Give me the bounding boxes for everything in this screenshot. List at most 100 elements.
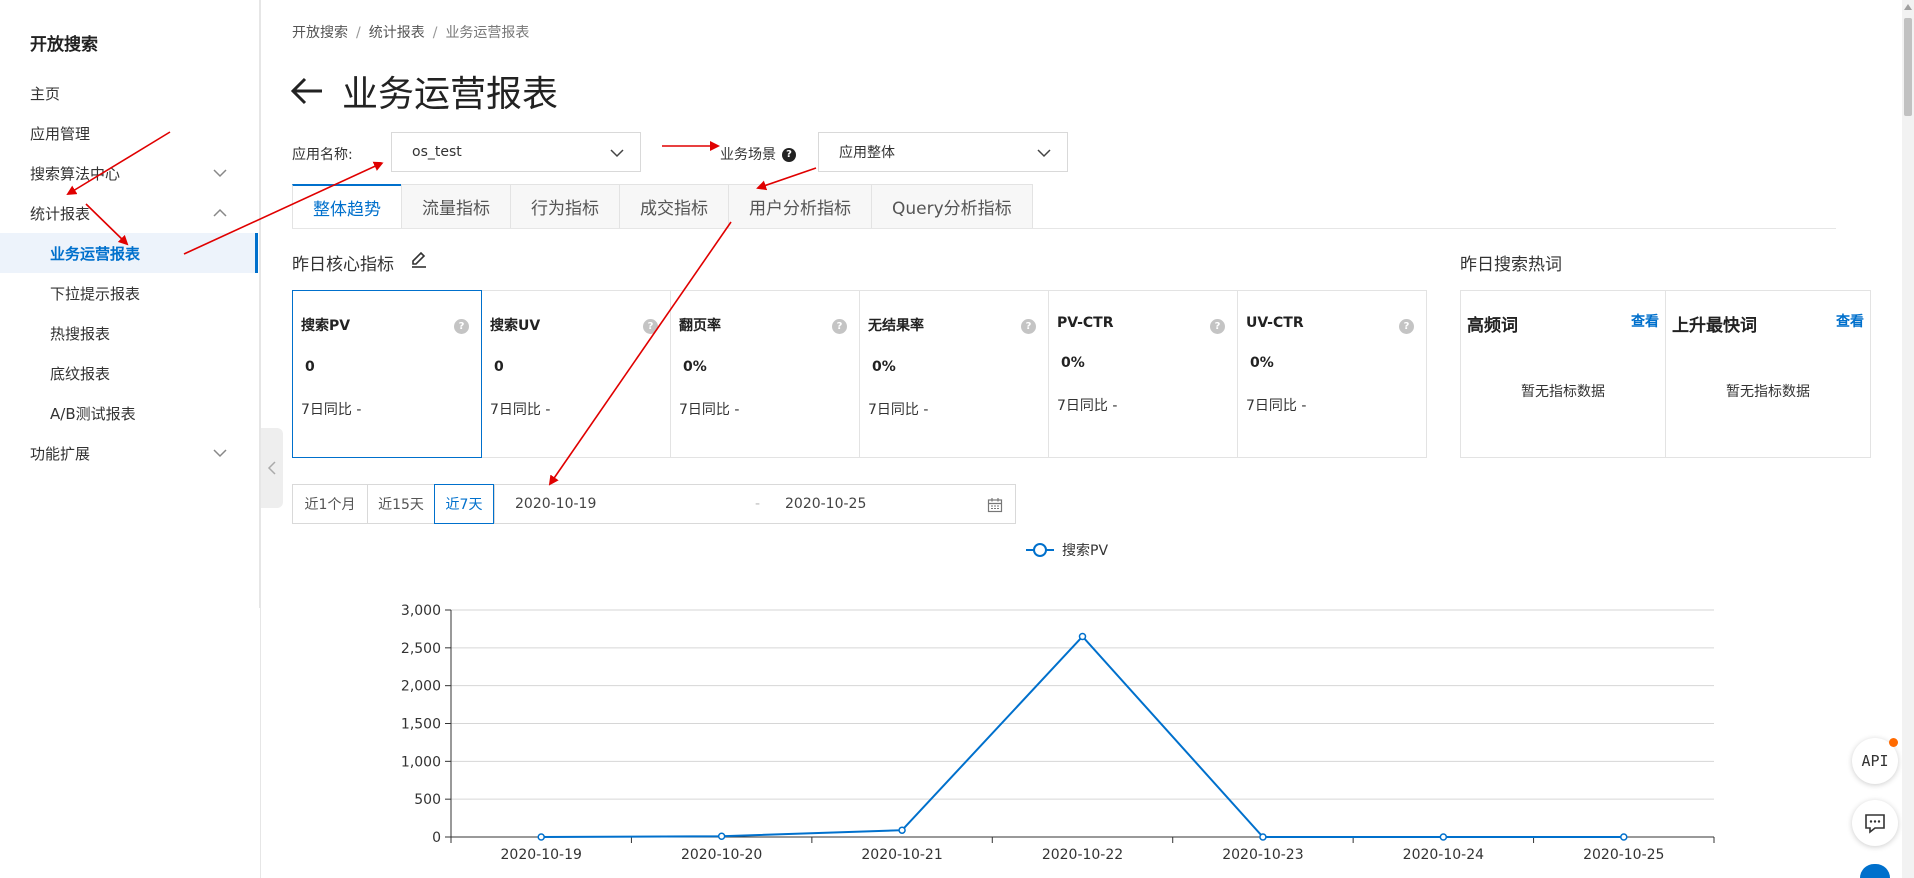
hot-words-name: 高频词 <box>1467 316 1518 336</box>
start-date[interactable]: 2020-10-19 <box>515 496 596 512</box>
app-select-value: os_test <box>412 144 462 160</box>
legend-marker <box>1033 543 1047 557</box>
sidebar: 开放搜索 主页 应用管理 搜索算法中心 统计报表 业务运营报表 下拉提示报表 热… <box>0 0 260 608</box>
hot-words-name: 上升最快词 <box>1672 316 1757 336</box>
sidebar-item-label: 统计报表 <box>30 204 91 223</box>
sidebar-item-extensions[interactable]: 功能扩展 <box>0 433 258 473</box>
metric-card[interactable]: 翻页率 ? 0% 7日同比 - <box>670 290 860 458</box>
x-tick-label: 2020-10-20 <box>681 847 762 863</box>
feedback-button[interactable] <box>1852 800 1898 846</box>
x-tick-label: 2020-10-22 <box>1042 847 1123 863</box>
y-tick-label: 3,000 <box>401 603 441 619</box>
x-tick-label: 2020-10-23 <box>1222 847 1303 863</box>
sidebar-item-label: A/B测试报表 <box>50 404 136 423</box>
sidebar-item-ab-report[interactable]: A/B测试报表 <box>0 393 258 433</box>
metric-value: 0% <box>683 359 707 375</box>
tab-bar: 整体趋势 流量指标 行为指标 成交指标 用户分析指标 Query分析指标 <box>292 184 1033 228</box>
help-icon[interactable]: ? <box>1210 319 1225 334</box>
y-tick-label: 2,000 <box>401 679 441 695</box>
sidebar-item-statistics[interactable]: 统计报表 <box>0 193 258 233</box>
help-icon[interactable]: ? <box>643 319 658 334</box>
scene-select[interactable]: 应用整体 <box>818 132 1068 172</box>
metric-name: 搜索UV <box>490 318 541 334</box>
metric-card[interactable]: 无结果率 ? 0% 7日同比 - <box>859 290 1049 458</box>
help-icon[interactable]: ? <box>832 319 847 334</box>
metric-name: PV-CTR <box>1057 315 1114 331</box>
y-tick-label: 500 <box>414 792 441 808</box>
date-range-picker[interactable]: 2020-10-19 - 2020-10-25 <box>494 484 1016 524</box>
range-7-days-button[interactable]: 近7天 <box>434 484 494 524</box>
tab-behavior[interactable]: 行为指标 <box>510 184 620 228</box>
metric-compare: 7日同比 - <box>868 402 929 418</box>
sidebar-item-hot-report[interactable]: 热搜报表 <box>0 313 258 353</box>
metric-name: 搜索PV <box>301 318 351 334</box>
sidebar-title: 开放搜索 <box>30 35 98 55</box>
scene-label-text: 业务场景 <box>720 147 776 163</box>
data-point <box>898 826 906 834</box>
sidebar-item-label: 下拉提示报表 <box>50 284 141 303</box>
metric-compare: 7日同比 - <box>301 402 362 418</box>
chevron-down-icon <box>213 169 227 178</box>
breadcrumb-item[interactable]: 统计报表 <box>369 25 425 41</box>
metric-value: 0 <box>494 359 504 375</box>
calendar-icon[interactable] <box>987 497 1003 513</box>
sidebar-item-algorithm-center[interactable]: 搜索算法中心 <box>0 153 258 193</box>
sidebar-item-app-management[interactable]: 应用管理 <box>0 113 258 153</box>
range-15-days-button[interactable]: 近15天 <box>367 484 435 524</box>
sidebar-item-home[interactable]: 主页 <box>0 73 258 113</box>
scroll-up-arrow-icon[interactable] <box>1904 2 1912 12</box>
metric-card[interactable]: 搜索PV ? 0 7日同比 - <box>292 290 482 458</box>
sidebar-item-label: 主页 <box>30 84 61 103</box>
view-link[interactable]: 查看 <box>1836 311 1864 331</box>
breadcrumb-item[interactable]: 开放搜索 <box>292 25 348 41</box>
tabs-divider <box>292 228 1836 229</box>
page-header: 业务运营报表 <box>290 65 558 117</box>
view-link[interactable]: 查看 <box>1631 311 1659 331</box>
x-tick-label: 2020-10-19 <box>501 847 582 863</box>
y-tick-label: 1,000 <box>401 754 441 770</box>
hot-words-card: 高频词 查看 暂无指标数据 <box>1460 290 1666 458</box>
tab-traffic[interactable]: 流量指标 <box>401 184 511 228</box>
edit-icon[interactable] <box>410 250 428 268</box>
app-select[interactable]: os_test <box>391 132 641 172</box>
sidebar-item-suggest-report[interactable]: 下拉提示报表 <box>0 273 258 313</box>
chevron-down-icon <box>610 149 624 158</box>
back-arrow-icon[interactable] <box>290 76 324 106</box>
metric-card[interactable]: 搜索UV ? 0 7日同比 - <box>481 290 671 458</box>
tab-user-analysis[interactable]: 用户分析指标 <box>728 184 872 228</box>
tab-overall-trend[interactable]: 整体趋势 <box>292 184 402 228</box>
sidebar-item-label: 搜索算法中心 <box>30 164 121 183</box>
breadcrumb-current: 业务运营报表 <box>445 25 530 41</box>
metric-value: 0% <box>872 359 896 375</box>
end-date[interactable]: 2020-10-25 <box>785 496 866 512</box>
help-icon[interactable]: ? <box>1021 319 1036 334</box>
metric-card[interactable]: PV-CTR ? 0% 7日同比 - <box>1048 290 1238 458</box>
scrollbar[interactable] <box>1902 0 1914 878</box>
sidebar-item-label: 热搜报表 <box>50 324 111 343</box>
metric-name: 翻页率 <box>679 318 721 334</box>
metric-compare: 7日同比 - <box>1246 398 1307 414</box>
api-label: API <box>1861 752 1889 770</box>
help-button[interactable] <box>1860 864 1890 878</box>
api-button[interactable]: API <box>1852 738 1898 784</box>
tab-query-analysis[interactable]: Query分析指标 <box>871 184 1033 228</box>
metric-value: 0% <box>1250 355 1274 371</box>
tab-conversion[interactable]: 成交指标 <box>619 184 729 228</box>
sidebar-item-label: 业务运营报表 <box>50 244 141 263</box>
core-metrics-title: 昨日核心指标 <box>292 255 394 275</box>
sidebar-item-business-report[interactable]: 业务运营报表 <box>0 233 258 273</box>
sidebar-collapse-handle[interactable] <box>261 428 283 508</box>
help-icon[interactable]: ? <box>454 319 469 334</box>
metric-card[interactable]: UV-CTR ? 0% 7日同比 - <box>1237 290 1427 458</box>
x-tick-label: 2020-10-21 <box>861 847 942 863</box>
help-icon[interactable]: ? <box>1399 319 1414 334</box>
data-point <box>1439 833 1448 841</box>
range-1-month-button[interactable]: 近1个月 <box>292 484 368 524</box>
data-point <box>1620 833 1628 841</box>
sidebar-item-shading-report[interactable]: 底纹报表 <box>0 353 258 393</box>
empty-state: 暂无指标数据 <box>1726 384 1810 400</box>
scrollbar-thumb[interactable] <box>1904 18 1912 116</box>
metric-compare: 7日同比 - <box>679 402 740 418</box>
help-icon[interactable]: ? <box>782 148 796 162</box>
legend-label: 搜索PV <box>1062 542 1108 559</box>
